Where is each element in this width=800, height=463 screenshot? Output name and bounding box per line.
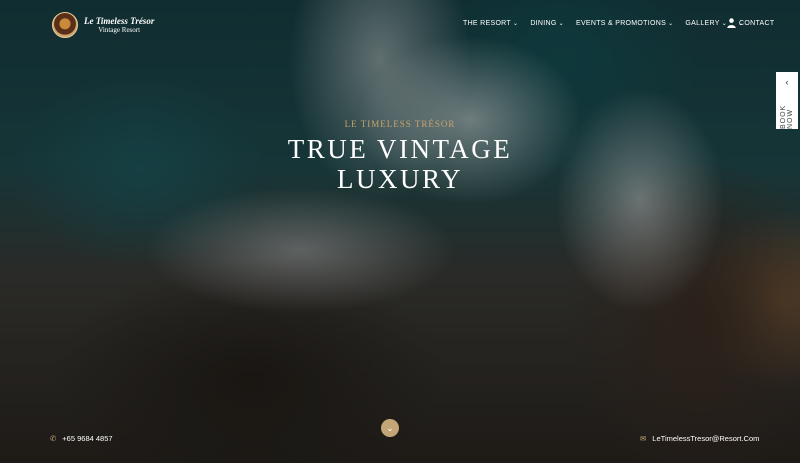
hero-kicker: LE TIMELESS TRÉSOR bbox=[344, 119, 456, 129]
phone-icon: ✆ bbox=[50, 434, 57, 443]
chevron-down-icon: ⌄ bbox=[558, 21, 564, 27]
hero-overlay bbox=[0, 0, 800, 463]
hero-title-line2: LUXURY bbox=[336, 164, 463, 194]
phone-number: +65 9684 4857 bbox=[62, 434, 113, 443]
brand-logo[interactable]: Le Timeless Trésor Vintage Resort bbox=[52, 12, 154, 38]
scroll-down-button[interactable]: ⌄ bbox=[381, 419, 399, 437]
nav-item-the-resort[interactable]: THE RESORT ⌄ bbox=[463, 20, 518, 27]
chevron-down-icon: ⌄ bbox=[738, 20, 744, 27]
brand-subtitle: Vintage Resort bbox=[98, 25, 141, 34]
logo-emblem-icon bbox=[52, 12, 78, 38]
hero-title: TRUE VINTAGE LUXURY bbox=[0, 134, 800, 194]
chevron-left-icon: ‹ bbox=[785, 77, 789, 87]
email-address: LeTimelessTresor@Resort.Com bbox=[652, 434, 760, 443]
user-menu-button[interactable]: ⌄ bbox=[727, 18, 743, 28]
hero-title-line1: TRUE VINTAGE bbox=[287, 134, 513, 164]
email-contact[interactable]: ✉ LeTimelessTresor@Resort.Com bbox=[640, 434, 759, 443]
nav-item-gallery[interactable]: GALLERY ⌄ bbox=[685, 20, 727, 27]
nav-item-events-promotions[interactable]: EVENTS & PROMOTIONS ⌄ bbox=[576, 20, 673, 27]
phone-contact[interactable]: ✆ +65 9684 4857 bbox=[50, 434, 113, 443]
envelope-icon: ✉ bbox=[640, 434, 647, 443]
nav-item-contact[interactable]: CONTACT bbox=[739, 20, 774, 27]
nav-item-dining[interactable]: DINING ⌄ bbox=[530, 20, 564, 27]
brand-name: Le Timeless Trésor bbox=[84, 15, 155, 26]
user-icon bbox=[727, 18, 736, 28]
chevron-down-icon: ⌄ bbox=[513, 21, 519, 27]
chevron-down-icon: ⌄ bbox=[668, 21, 674, 27]
chevron-down-icon: ⌄ bbox=[386, 422, 394, 433]
